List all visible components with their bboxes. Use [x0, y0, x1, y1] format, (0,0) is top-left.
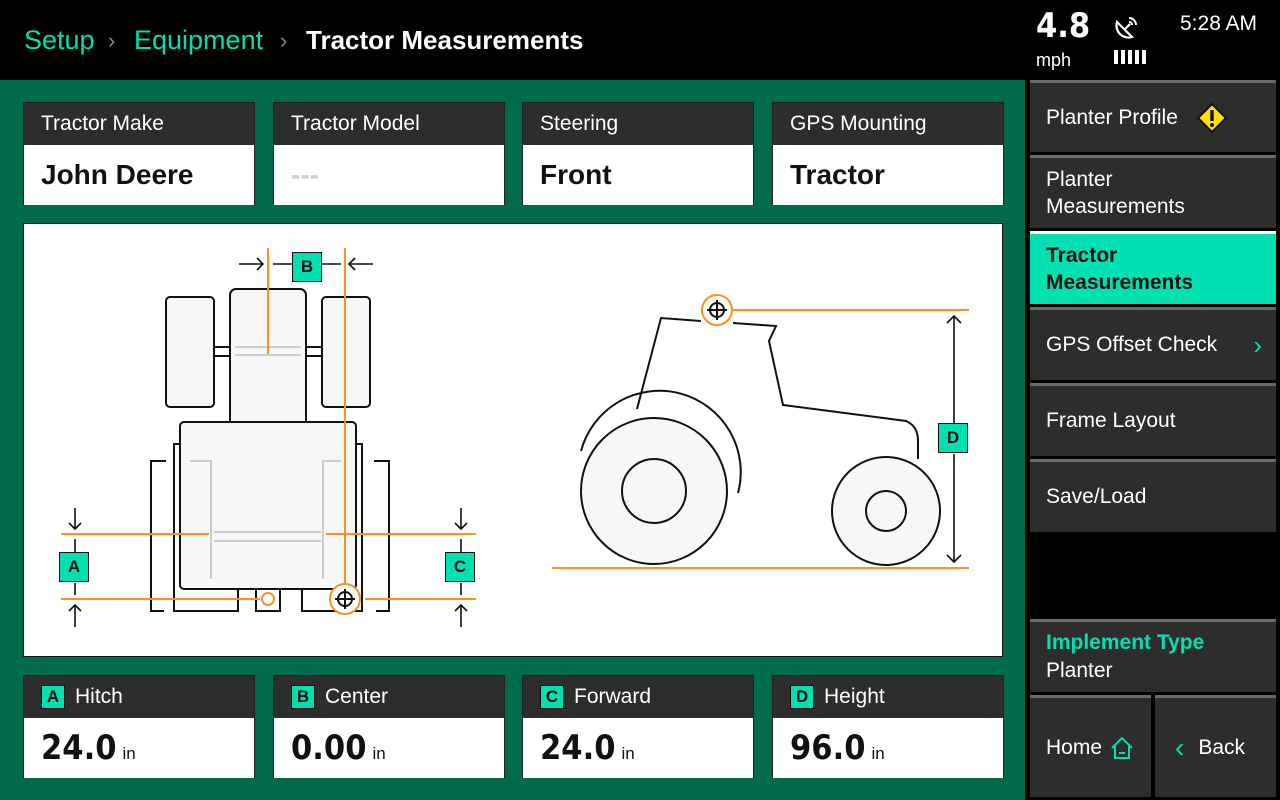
speed-unit: mph	[1036, 50, 1072, 70]
chevron-left-icon: ‹	[1175, 731, 1185, 763]
hitch-measurement[interactable]: A Hitch 24.0 in	[23, 675, 255, 778]
sidebar-item-label: Planter Profile	[1046, 105, 1178, 129]
field-label: Tractor Make	[24, 103, 254, 145]
field-value: Tractor	[773, 145, 1003, 205]
sidebar-item-tractor-measurements[interactable]: Tractor Measurements	[1030, 231, 1276, 304]
height-measurement[interactable]: D Height 96.0 in	[772, 675, 1004, 778]
measure-label: Height	[824, 685, 885, 708]
tractor-side-view	[580, 316, 941, 566]
label-a: A	[59, 552, 89, 582]
measure-label: Hitch	[75, 685, 123, 708]
back-label: Back	[1198, 735, 1246, 759]
forward-measurement[interactable]: C Forward 24.0 in	[522, 675, 754, 778]
label-c: C	[445, 552, 475, 582]
sidebar-item-gps-offset-check[interactable]: GPS Offset Check ›	[1030, 307, 1276, 380]
sidebar-item-label: Save/Load	[1046, 485, 1147, 508]
badge: D	[790, 685, 814, 709]
chevron-right-icon: ›	[108, 28, 116, 53]
home-icon	[1111, 736, 1133, 759]
measure-unit: in	[871, 744, 885, 763]
center-measurement[interactable]: B Center 0.00 in	[273, 675, 505, 778]
label-d: D	[938, 423, 968, 453]
implement-type-value: Planter	[1046, 659, 1113, 682]
breadcrumb-equipment[interactable]: Equipment	[134, 25, 263, 56]
field-label: Steering	[523, 103, 753, 145]
field-value: John Deere	[24, 145, 254, 205]
field-value: ---	[274, 145, 504, 205]
label-b: B	[292, 252, 322, 282]
chevron-right-icon: ›	[280, 28, 288, 53]
home-label: Home	[1046, 735, 1103, 759]
sidebar-item-label: Tractor Measurements	[1046, 244, 1194, 294]
tractor-model-field[interactable]: Tractor Model ---	[273, 102, 505, 205]
tractor-make-field[interactable]: Tractor Make John Deere	[23, 102, 255, 205]
sidebar-item-save-load[interactable]: Save/Load	[1030, 459, 1276, 532]
speed-value: 4.8	[1036, 6, 1091, 46]
tractor-diagram: B A C D	[23, 223, 1003, 657]
measure-unit: in	[621, 744, 635, 763]
measure-unit: in	[372, 744, 386, 763]
sidebar-item-planter-profile[interactable]: Planter Profile	[1030, 80, 1276, 152]
measure-unit: in	[122, 744, 136, 763]
implement-type-panel: Implement Type Planter	[1030, 619, 1276, 692]
badge: A	[41, 685, 65, 709]
badge: C	[540, 685, 564, 709]
sidebar-item-label: Planter Measurements	[1046, 168, 1185, 218]
sidebar-item-frame-layout[interactable]: Frame Layout	[1030, 383, 1276, 456]
field-label: Tractor Model	[274, 103, 504, 145]
gps-mounting-field[interactable]: GPS Mounting Tractor	[772, 102, 1004, 205]
header: Setup › Equipment › Tractor Measurements…	[0, 0, 1280, 80]
implement-type-label: Implement Type	[1046, 631, 1205, 654]
badge: B	[291, 685, 315, 709]
field-value: Front	[523, 145, 753, 205]
satellite-dish-icon	[1115, 17, 1137, 39]
measure-value: 96.0	[790, 728, 866, 768]
clock: 5:28 AM	[1180, 12, 1258, 35]
field-label: GPS Mounting	[773, 103, 1003, 145]
breadcrumb-setup[interactable]: Setup	[24, 25, 95, 56]
signal-strength-bars	[1114, 50, 1146, 64]
page-title: Tractor Measurements	[306, 25, 584, 55]
home-button[interactable]: Home	[1030, 695, 1151, 797]
sidebar-item-label: Frame Layout	[1046, 409, 1176, 432]
warning-icon	[1196, 102, 1228, 133]
chevron-right-icon: ›	[1253, 329, 1262, 360]
steering-field[interactable]: Steering Front	[522, 102, 754, 205]
measure-value: 24.0	[41, 728, 117, 768]
sidebar-item-planter-measurements[interactable]: Planter Measurements	[1030, 155, 1276, 228]
measure-label: Forward	[574, 685, 652, 708]
sidebar-item-label: GPS Offset Check	[1046, 333, 1218, 356]
tractor-top-view	[150, 288, 390, 612]
measure-label: Center	[325, 685, 389, 708]
back-button[interactable]: ‹ Back	[1155, 695, 1276, 797]
measure-value: 0.00	[291, 728, 367, 768]
measure-value: 24.0	[540, 728, 616, 768]
